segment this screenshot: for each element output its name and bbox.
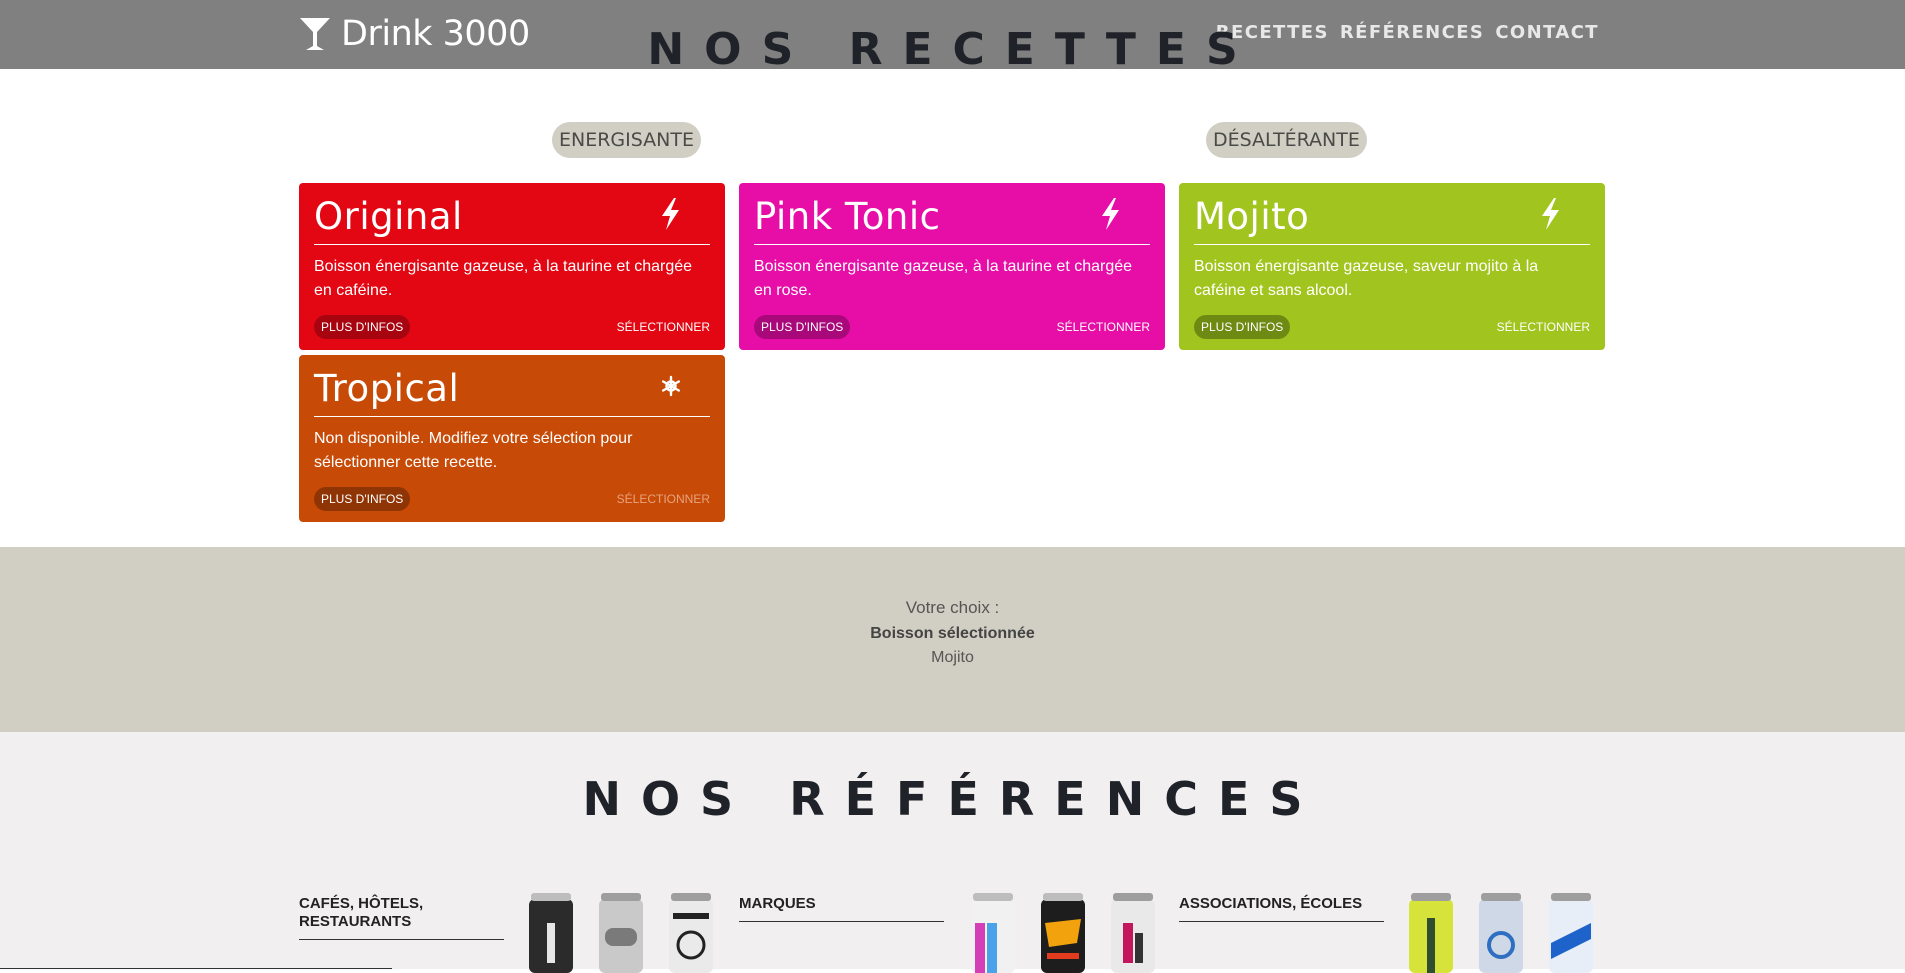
card-title: Mojito xyxy=(1194,195,1310,238)
selected-drink-label: Boisson sélectionnée xyxy=(870,625,1035,642)
snowflake-icon xyxy=(661,375,680,397)
filter-desalterante[interactable]: DÉSALTÉRANTE xyxy=(1206,122,1367,158)
select-button[interactable]: SÉLECTIONNER xyxy=(1057,320,1150,334)
more-info-button[interactable]: PLUS D'INFOS xyxy=(314,487,411,511)
can-image[interactable] xyxy=(1109,893,1157,973)
filter-energisante[interactable]: ENERGISANTE xyxy=(552,122,701,158)
lightning-icon xyxy=(1542,198,1559,230)
can-image[interactable] xyxy=(667,893,715,973)
recipe-card-pink-tonic: Pink Tonic Boisson énergisante gazeuse, … xyxy=(739,183,1165,350)
lightning-icon xyxy=(662,198,679,230)
card-divider xyxy=(754,244,1150,245)
selected-drink-value: Mojito xyxy=(931,649,974,666)
select-button-disabled: SÉLECTIONNER xyxy=(616,492,710,506)
can-image[interactable] xyxy=(1039,893,1087,973)
ref-cans-marques xyxy=(969,893,1157,973)
can-image[interactable] xyxy=(969,893,1017,973)
ref-category-marques: MARQUES xyxy=(739,895,944,922)
ref-category-title: CAFÉS, HÔTELS, RESTAURANTS xyxy=(299,895,504,940)
card-description: Boisson énergisante gazeuse, à la taurin… xyxy=(314,258,693,299)
can-image[interactable] xyxy=(1407,893,1455,973)
card-description: Boisson énergisante gazeuse, à la taurin… xyxy=(754,258,1133,299)
select-button[interactable]: SÉLECTIONNER xyxy=(1497,320,1590,334)
card-title: Original xyxy=(314,195,463,238)
ref-cans-associations xyxy=(1407,893,1595,973)
lightning-icon xyxy=(1102,198,1119,230)
references-title: NOS RÉFÉRENCES xyxy=(582,772,1323,826)
ref-category-associations: ASSOCIATIONS, ÉCOLES xyxy=(1179,895,1384,922)
card-description: Boisson énergisante gazeuse, saveur moji… xyxy=(1194,258,1539,299)
select-button[interactable]: SÉLECTIONNER xyxy=(617,320,710,334)
card-title: Pink Tonic xyxy=(754,195,941,238)
can-image[interactable] xyxy=(1547,893,1595,973)
choice-section: Votre choix : Boisson sélectionnée Mojit… xyxy=(0,547,1905,732)
recipe-card-mojito: Mojito Boisson énergisante gazeuse, save… xyxy=(1179,183,1605,350)
recettes-title: NOS RECETTES xyxy=(647,24,1258,75)
card-description: Non disponible. Modifiez votre sélection… xyxy=(314,430,633,471)
can-image[interactable] xyxy=(527,893,575,973)
more-info-button[interactable]: PLUS D'INFOS xyxy=(314,315,411,339)
recipe-card-tropical: Tropical Non disponible. Modifiez votre … xyxy=(299,355,725,522)
card-divider xyxy=(314,416,710,417)
ref-cans-chr xyxy=(527,893,715,973)
ref-category-chr: CAFÉS, HÔTELS, RESTAURANTS xyxy=(299,895,504,940)
recipe-card-original: Original Boisson énergisante gazeuse, à … xyxy=(299,183,725,350)
references-section: NOS RÉFÉRENCES CAFÉS, HÔTELS, RESTAURANT… xyxy=(0,732,1905,973)
can-image[interactable] xyxy=(597,893,645,973)
ref-category-title: MARQUES xyxy=(739,895,944,922)
ref-category-title: ASSOCIATIONS, ÉCOLES xyxy=(1179,895,1384,922)
can-image[interactable] xyxy=(1477,893,1525,973)
card-title: Tropical xyxy=(314,367,460,410)
choice-label: Votre choix : xyxy=(905,598,1000,617)
more-info-button[interactable]: PLUS D'INFOS xyxy=(1194,315,1291,339)
more-info-button[interactable]: PLUS D'INFOS xyxy=(754,315,851,339)
card-divider xyxy=(314,244,710,245)
card-divider xyxy=(1194,244,1590,245)
